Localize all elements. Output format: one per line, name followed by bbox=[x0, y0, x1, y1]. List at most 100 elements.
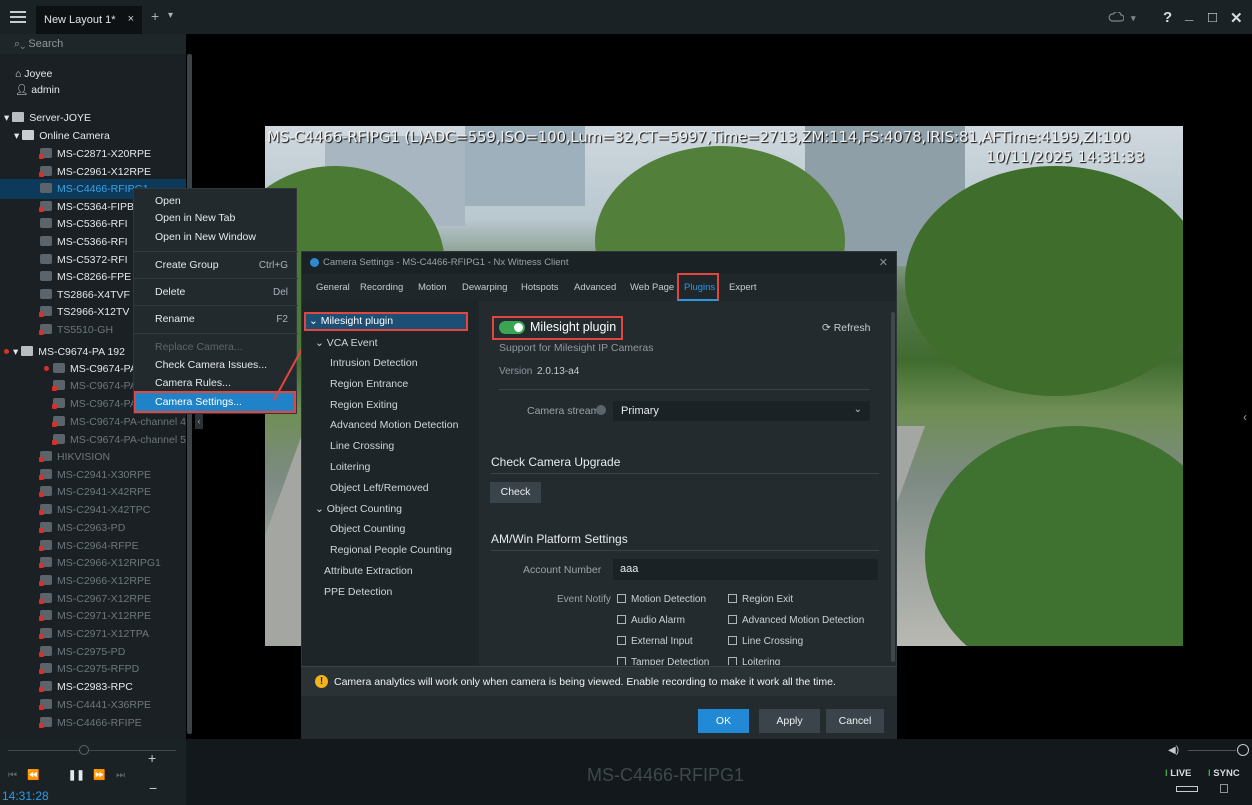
hamburger-menu-icon[interactable] bbox=[10, 9, 26, 25]
tree-channel-item[interactable]: MS-C9674-PA-channel 4 bbox=[52, 412, 186, 432]
menu-item-create-group[interactable]: Create Group bbox=[155, 259, 219, 271]
nav-group-object-counting[interactable]: ⌄ Object Counting bbox=[315, 503, 402, 515]
check-upgrade-button[interactable]: Check bbox=[490, 482, 541, 503]
volume-handle[interactable] bbox=[1237, 744, 1249, 756]
nav-item-attribute-extraction[interactable]: Attribute Extraction bbox=[324, 565, 413, 577]
checkbox-icon bbox=[617, 657, 626, 665]
menu-divider bbox=[134, 251, 298, 252]
tab-expert[interactable]: Expert bbox=[729, 282, 756, 293]
menu-item-check-camera-issues[interactable]: Check Camera Issues... bbox=[155, 359, 267, 371]
warning-text: Camera analytics will work only when cam… bbox=[334, 676, 836, 688]
camera-icon bbox=[39, 165, 52, 177]
tab-motion[interactable]: Motion bbox=[418, 282, 447, 293]
tab-hotspots[interactable]: Hotspots bbox=[521, 282, 559, 293]
search-input[interactable]: ⌕⌄ Search bbox=[0, 34, 186, 54]
ok-button[interactable]: OK bbox=[698, 709, 749, 733]
menu-item-open-new-tab[interactable]: Open in New Tab bbox=[155, 212, 235, 224]
menu-item-camera-rules[interactable]: Camera Rules... bbox=[155, 377, 231, 389]
zoom-in-button[interactable]: + bbox=[148, 750, 156, 766]
tab-recording[interactable]: Recording bbox=[360, 282, 403, 293]
live-button[interactable]: I LIVE bbox=[1165, 768, 1191, 779]
event-checkbox[interactable]: Line Crossing bbox=[728, 636, 803, 647]
nav-item-vca-event[interactable]: Advanced Motion Detection bbox=[330, 419, 458, 431]
expand-right-panel-chevron-icon[interactable]: ‹ bbox=[1243, 410, 1247, 424]
maximize-button[interactable]: □ bbox=[1208, 9, 1217, 26]
camera-icon bbox=[40, 236, 52, 246]
event-checkbox[interactable]: Advanced Motion Detection bbox=[728, 615, 864, 626]
folder-icon bbox=[22, 130, 35, 140]
cancel-button[interactable]: Cancel bbox=[826, 709, 884, 733]
tab-general[interactable]: General bbox=[316, 282, 350, 293]
tab-close-icon[interactable]: × bbox=[128, 13, 134, 25]
menu-item-open[interactable]: Open bbox=[155, 195, 181, 207]
nav-item-vca-event[interactable]: Intrusion Detection bbox=[330, 357, 418, 369]
help-button[interactable]: ? bbox=[1163, 9, 1172, 26]
event-checkbox[interactable]: Motion Detection bbox=[617, 594, 706, 605]
skip-start-icon[interactable]: ⏮ bbox=[8, 770, 17, 781]
pause-icon[interactable]: ❚❚ bbox=[68, 770, 85, 781]
plugin-description: Support for Milesight IP Cameras bbox=[499, 342, 654, 354]
camera-icon bbox=[39, 148, 52, 159]
minimize-button[interactable]: _ bbox=[1185, 6, 1193, 23]
nav-item-vca-event[interactable]: Object Left/Removed bbox=[330, 482, 429, 494]
skip-end-icon[interactable]: ⏭ bbox=[116, 770, 125, 781]
collapse-chevron-icon: ▾ bbox=[14, 130, 23, 142]
user-icon: 👤︎ bbox=[15, 84, 32, 96]
tree-camera-item[interactable]: MS-C4466-RFIPE bbox=[39, 713, 142, 733]
tree-server[interactable]: ▾ Server-JOYE bbox=[4, 108, 91, 128]
event-checkbox[interactable]: Audio Alarm bbox=[617, 615, 685, 626]
camera-stream-select[interactable]: Primary ⌄ bbox=[613, 401, 870, 421]
new-tab-plus-icon[interactable]: + bbox=[151, 8, 159, 24]
volume-icon[interactable]: ◀) bbox=[1168, 745, 1179, 756]
fast-forward-icon[interactable]: ⏩ bbox=[93, 770, 105, 781]
nav-item-vca-event[interactable]: Region Exiting bbox=[330, 399, 398, 411]
apply-button[interactable]: Apply bbox=[759, 709, 820, 733]
camera-icon bbox=[39, 698, 52, 710]
cloud-dropdown-icon[interactable]: ▾ bbox=[1131, 13, 1136, 24]
timeline-icon[interactable] bbox=[1176, 786, 1198, 792]
dialog-scrollbar[interactable] bbox=[891, 312, 895, 662]
dialog-close-icon[interactable]: ✕ bbox=[879, 256, 888, 269]
calendar-icon[interactable] bbox=[1220, 784, 1228, 793]
nav-item-vca-event[interactable]: Region Entrance bbox=[330, 378, 408, 390]
event-checkbox[interactable]: Loitering bbox=[728, 657, 780, 665]
tree-camera-item[interactable]: TS5510-GH bbox=[39, 320, 113, 340]
tree-user[interactable]: 👤︎ admin bbox=[15, 80, 60, 100]
rewind-icon[interactable]: ⏪ bbox=[27, 770, 39, 781]
zoom-out-button[interactable]: − bbox=[149, 780, 157, 796]
nav-item-vca-event[interactable]: Line Crossing bbox=[330, 440, 394, 452]
tab-web-page[interactable]: Web Page bbox=[630, 282, 674, 293]
tab-new-layout[interactable]: New Layout 1* × bbox=[36, 6, 142, 34]
volume-slider[interactable] bbox=[1188, 750, 1236, 751]
tree-folder-online-camera[interactable]: ▾ Online Camera bbox=[14, 126, 110, 146]
nav-item-regional-people-counting[interactable]: Regional People Counting bbox=[330, 544, 452, 556]
speed-slider-handle[interactable] bbox=[79, 745, 89, 755]
tab-list-chevron-icon[interactable]: ▾ bbox=[168, 10, 173, 21]
nav-item-vca-event[interactable]: Loitering bbox=[330, 461, 370, 473]
nav-item-ppe-detection[interactable]: PPE Detection bbox=[324, 586, 392, 598]
camera-icon bbox=[52, 380, 65, 391]
tab-dewarping[interactable]: Dewarping bbox=[462, 282, 507, 293]
close-button[interactable]: ✕ bbox=[1230, 9, 1243, 27]
refresh-button[interactable]: ⟳ Refresh bbox=[822, 322, 870, 334]
menu-item-delete[interactable]: Delete bbox=[155, 286, 185, 298]
tab-advanced[interactable]: Advanced bbox=[574, 282, 616, 293]
sync-button[interactable]: I SYNC bbox=[1208, 768, 1240, 779]
menu-item-rename[interactable]: Rename bbox=[155, 313, 195, 325]
plugin-enable-toggle[interactable] bbox=[499, 321, 525, 334]
nav-group-vca-event[interactable]: ⌄ VCA Event bbox=[315, 337, 378, 349]
tree-channel-item[interactable]: MS-C9674-PA- bbox=[52, 376, 140, 396]
event-checkbox[interactable]: External Input bbox=[617, 636, 693, 647]
cloud-icon[interactable] bbox=[1108, 12, 1124, 22]
camera-icon bbox=[39, 324, 52, 335]
event-checkbox[interactable]: Tamper Detection bbox=[617, 657, 709, 665]
collapse-panel-chevron-icon[interactable]: ‹ bbox=[195, 413, 203, 429]
camera-icon bbox=[39, 557, 52, 569]
nav-item-object-counting[interactable]: Object Counting bbox=[330, 523, 405, 535]
event-checkbox[interactable]: Region Exit bbox=[728, 594, 793, 605]
account-number-input[interactable]: aaa bbox=[613, 559, 878, 580]
camera-stream-label: Camera stream bbox=[527, 405, 600, 417]
analytics-warning-bar: ! Camera analytics will work only when c… bbox=[301, 666, 897, 696]
tree-channel-item[interactable]: MS-C9674-PA- bbox=[52, 394, 140, 414]
menu-item-open-new-window[interactable]: Open in New Window bbox=[155, 231, 256, 243]
